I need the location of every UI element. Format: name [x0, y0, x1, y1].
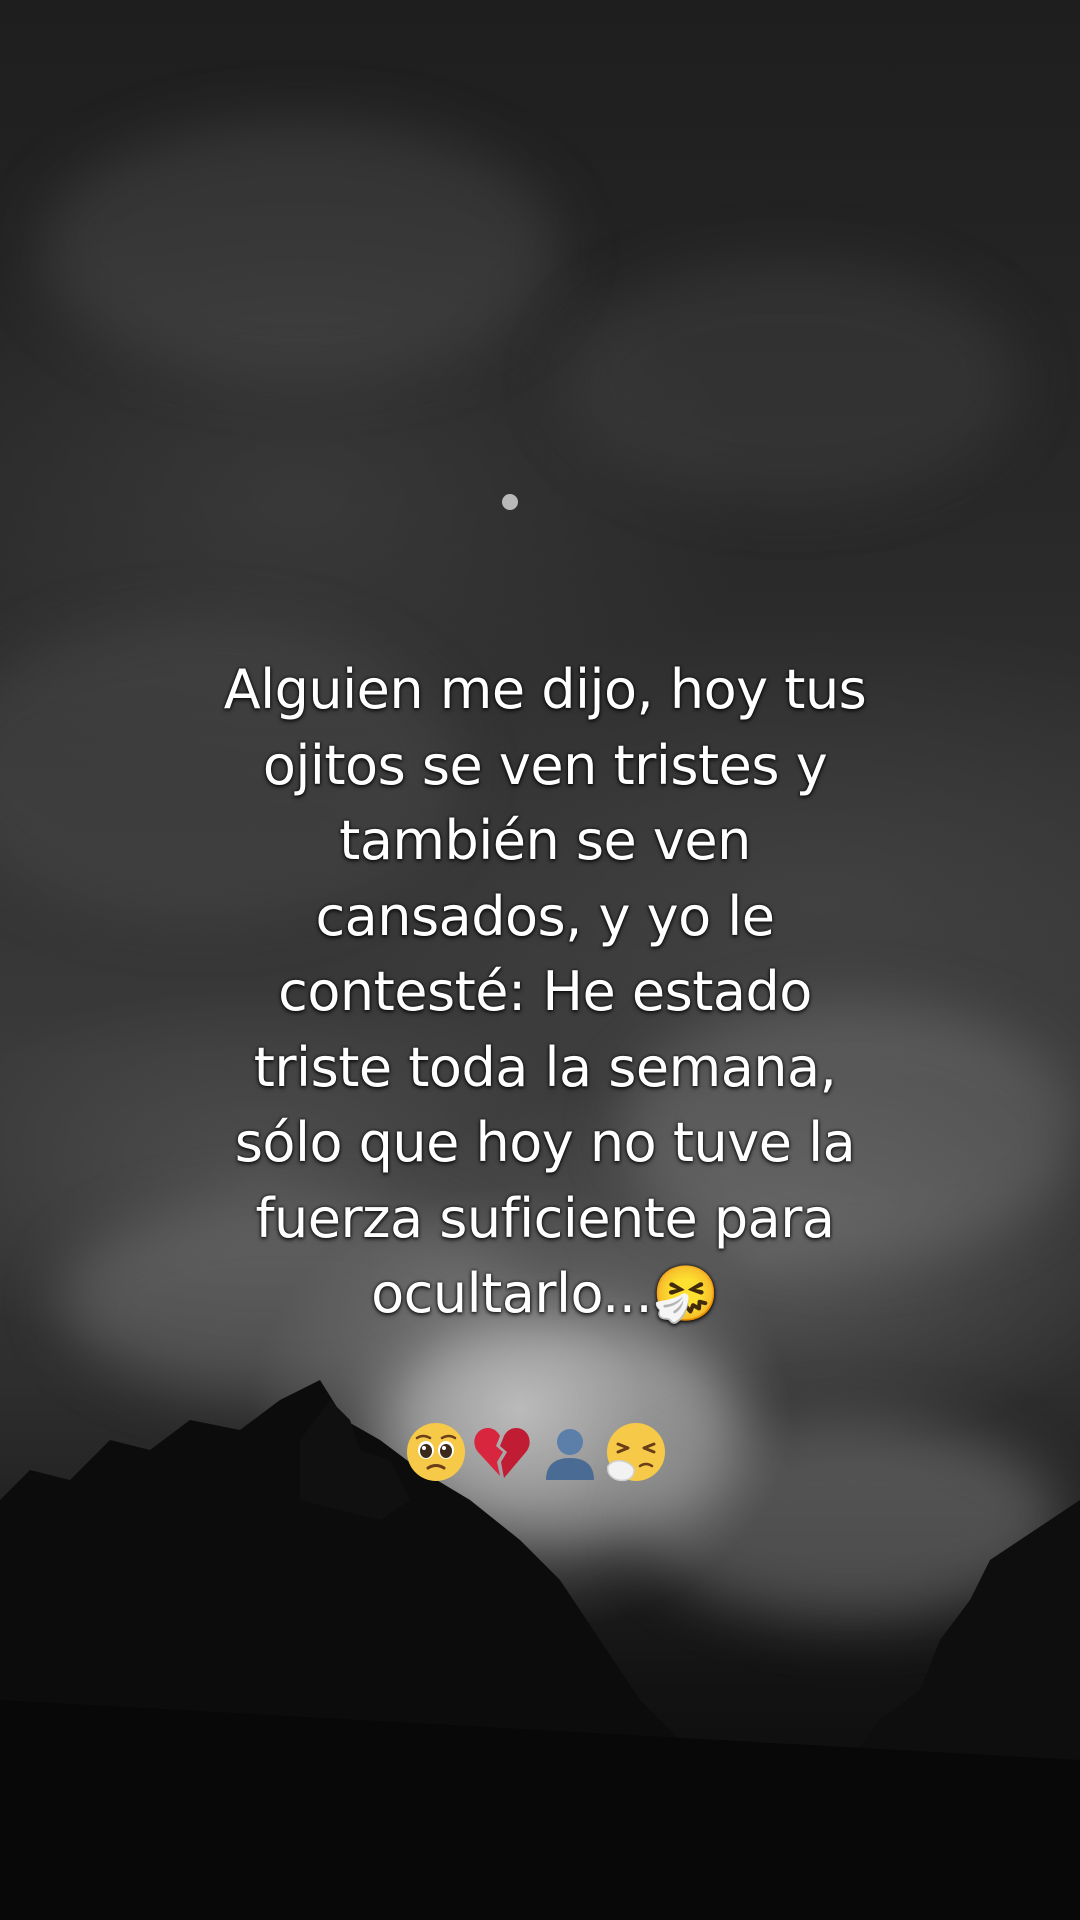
caption-line: ocultarlo...🤧: [371, 1262, 719, 1325]
sneezing-face-icon: [607, 1423, 665, 1482]
caption-line: Alguien me dijo, hoy tus: [223, 658, 867, 721]
broken-heart-icon: [474, 1428, 530, 1478]
bust-silhouette-icon: [546, 1429, 594, 1480]
background-photo: Alguien me dijo, hoy tus ojitos se ven t…: [0, 0, 1080, 1920]
caption-line: contesté: He estado: [278, 960, 812, 1023]
caption-line: cansados, y yo le: [315, 884, 775, 948]
caption-line: sólo que hoy no tuve la: [234, 1111, 856, 1174]
moon-dot: [502, 494, 518, 510]
caption-text: Alguien me dijo, hoy tus ojitos se ven t…: [150, 652, 940, 1332]
pleading-face-icon: [407, 1423, 465, 1481]
caption-line: ojitos se ven tristes y: [262, 733, 828, 797]
caption-line: fuerza suficiente para: [255, 1186, 836, 1250]
caption-line: triste toda la semana,: [253, 1035, 837, 1099]
caption-line: también se ven: [339, 809, 751, 872]
emoji-row: [390, 1410, 690, 1490]
